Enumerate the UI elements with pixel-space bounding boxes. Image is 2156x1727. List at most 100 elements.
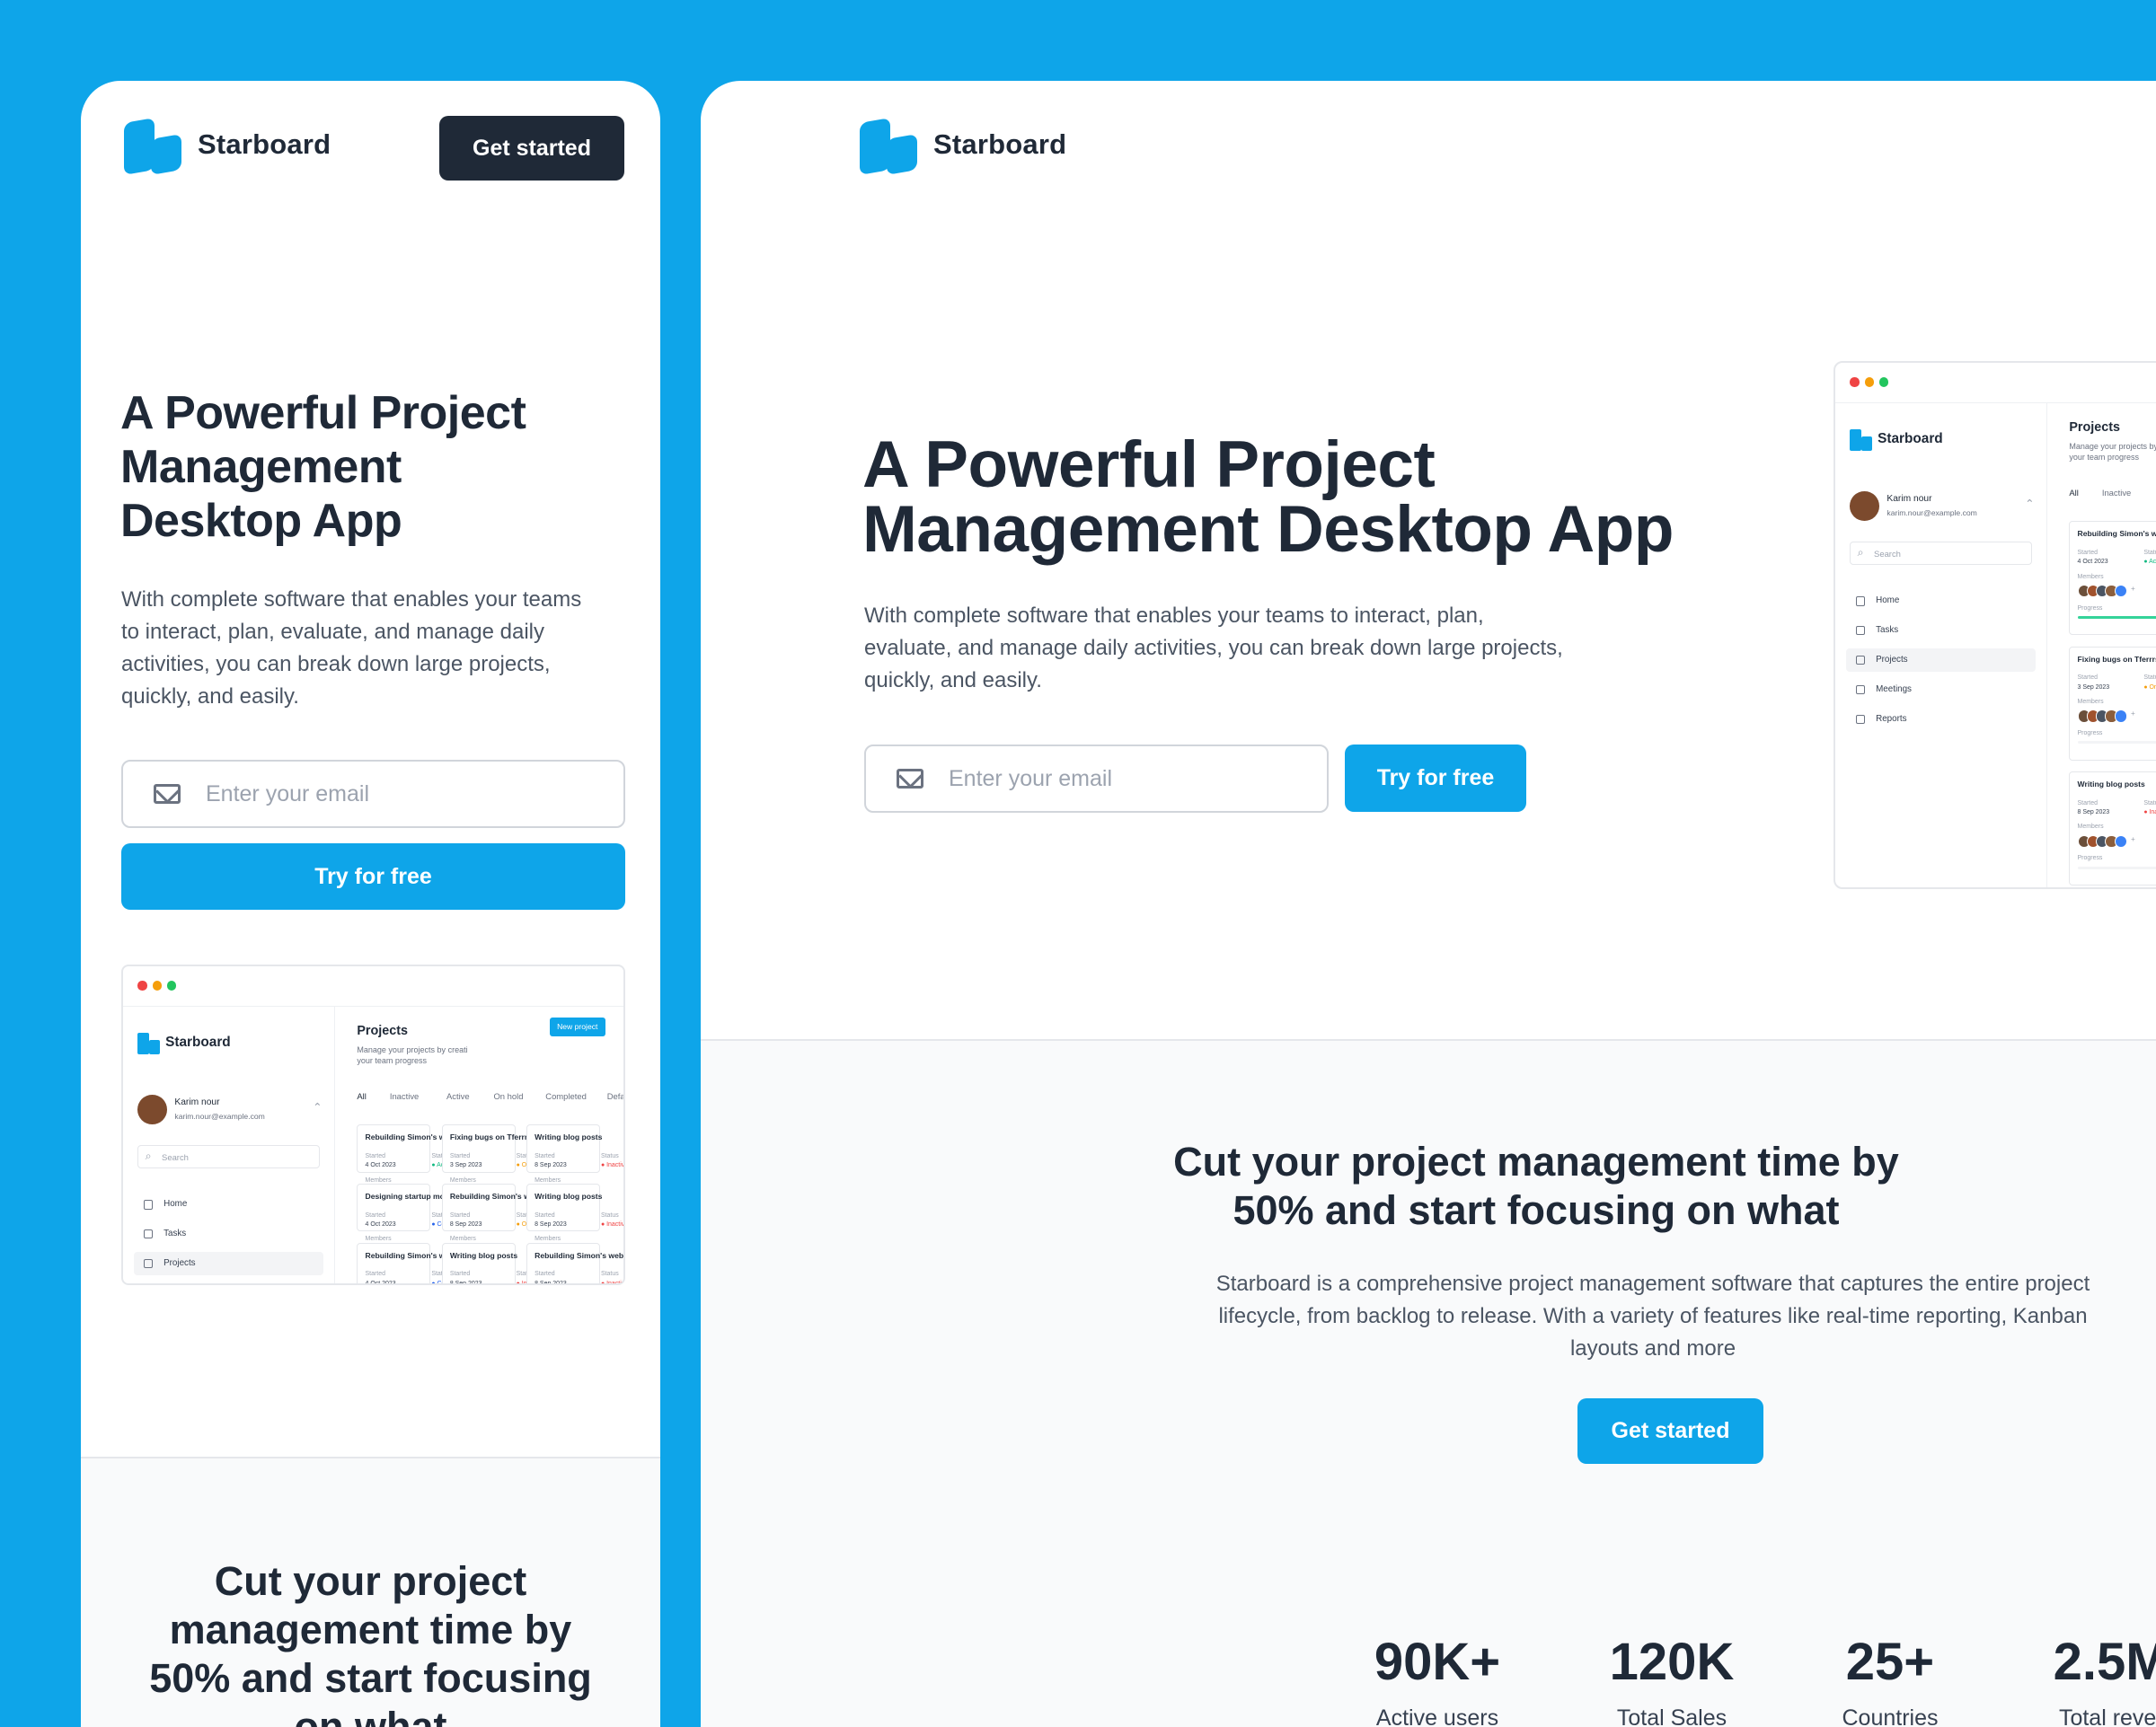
starboard-logo-icon xyxy=(137,1032,149,1055)
section-title-line: Cut your project management time by xyxy=(1173,1139,1899,1185)
project-card: Designing startup mobile app Started 4 Oct… xyxy=(357,1183,473,1282)
stat-label: Countries xyxy=(1842,1705,1939,1727)
section-title-line: Cut your project xyxy=(214,1558,527,1604)
card-progress-label: Progress xyxy=(2077,855,2103,862)
features-section: Cut your project management time by 50% … xyxy=(701,1039,2156,1727)
section-body: Starboard is a comprehensive project man… xyxy=(1177,1268,2129,1365)
email-input[interactable] xyxy=(949,765,1327,792)
page-subtitle: your team progress xyxy=(357,1056,428,1066)
card-started-label: Started xyxy=(535,1212,555,1219)
tab-inactive[interactable]: Inactive xyxy=(2102,488,2131,498)
tab-default[interactable]: Default xyxy=(607,1091,623,1101)
sidebar-item-projects: Projects xyxy=(1876,654,1908,665)
card-started-date: 8 Sep 2023 xyxy=(2077,809,2110,816)
project-card: Rebuilding Simon's web appStarted4 Oct 2… xyxy=(357,1242,470,1283)
member-avatar xyxy=(2114,584,2127,598)
card-started-date: 4 Oct 2023 xyxy=(2077,559,2108,566)
project-card: Fixing bugs on Tferrrs Started 3 Sep 2023 S… xyxy=(441,1124,544,1222)
hero-title-line: A Powerful Project xyxy=(862,428,1436,501)
window-dot-icon xyxy=(1879,377,1889,387)
card-started-label: Started xyxy=(365,1271,385,1278)
section-body-line: lifecycle, from backlog to release. With… xyxy=(1218,1304,2088,1328)
email-field[interactable] xyxy=(864,745,1329,813)
card-members-label: Members xyxy=(535,1176,561,1184)
window-dot-icon xyxy=(1850,377,1860,387)
starboard-logo-icon xyxy=(858,117,921,175)
section-title-line: on what xyxy=(294,1704,447,1727)
brand-logo[interactable]: Starboard xyxy=(122,117,331,175)
brand-name: Starboard xyxy=(198,128,331,160)
card-started-date: 4 Oct 2023 xyxy=(365,1220,396,1228)
card-title: Rebuilding Simon's web app xyxy=(2077,529,2156,539)
mail-icon xyxy=(154,784,181,804)
try-for-free-button[interactable]: Try for free xyxy=(1345,745,1526,812)
sidebar-item-home: Home xyxy=(163,1199,188,1210)
get-started-button[interactable]: Get started xyxy=(1577,1398,1763,1464)
hero-subtitle: With complete software that enables your… xyxy=(121,584,633,713)
page-subtitle: Manage your projects by creati xyxy=(357,1045,468,1055)
search-icon: ⌕ xyxy=(145,1149,152,1162)
card-title: Rebuilding Simon's web app xyxy=(535,1250,624,1260)
project-card: Rebuilding Simon's web appStarted8 Sep 2… xyxy=(441,1183,554,1282)
hero-title-line: A Powerful Project xyxy=(120,387,526,439)
card-progress-label: Progress xyxy=(2077,729,2103,736)
email-field[interactable] xyxy=(121,760,625,828)
add-member-icon: + xyxy=(2130,834,2135,843)
home-icon xyxy=(143,1200,153,1210)
new-project-button[interactable]: New project xyxy=(550,1018,605,1036)
sidebar-item-reports: Reports xyxy=(1876,713,1907,724)
progress-track xyxy=(2077,741,2156,745)
sidebar-item-projects: Projects xyxy=(163,1257,196,1268)
section-title: Cut your project management time by 50% … xyxy=(81,1557,660,1727)
hero-subtitle-line: evaluate, and manage daily activities, y… xyxy=(864,636,1563,660)
project-card: Rebuilding Simon's web appStarted8 Sep 2… xyxy=(526,1242,623,1283)
section-title: Cut your project management time by 50% … xyxy=(1006,1138,2066,1235)
tab-completed[interactable]: Completed xyxy=(545,1091,587,1101)
try-for-free-button[interactable]: Try for free xyxy=(121,843,625,910)
hero-subtitle-line: With complete software that enables your… xyxy=(121,587,582,612)
progress-track xyxy=(2077,866,2156,869)
card-status-label: Status xyxy=(600,1153,619,1160)
brand-name: Starboard xyxy=(933,128,1067,160)
tab-inactive[interactable]: Inactive xyxy=(390,1091,419,1101)
page-title: Projects xyxy=(357,1023,408,1038)
card-started-label: Started xyxy=(449,1271,471,1278)
reports-icon xyxy=(1855,714,1865,724)
features-section: Cut your project management time by 50% … xyxy=(81,1457,660,1727)
card-started-date: 8 Sep 2023 xyxy=(449,1220,482,1228)
home-icon xyxy=(1855,596,1865,606)
tab-on-hold[interactable]: On hold xyxy=(493,1091,523,1101)
window-dot-icon xyxy=(1864,377,1875,387)
window-titlebar xyxy=(123,966,623,1008)
chevron-updown-icon: ⌃ xyxy=(313,1100,323,1114)
card-title: Writing blog posts xyxy=(535,1192,603,1202)
card-started-label: Started xyxy=(535,1153,555,1160)
email-input[interactable] xyxy=(206,780,623,807)
sidebar-item-meetings: Meetings xyxy=(1876,683,1912,694)
app-name: Starboard xyxy=(165,1034,231,1050)
app-sidebar: Starboard Karim nour karim.nour@example.co… xyxy=(123,1007,335,1283)
sidebar-item-selected-bg xyxy=(134,1251,324,1276)
project-card: Fixing bugs on Tferrrs Started 3 Sep 2023 S… xyxy=(2069,646,2156,761)
starboard-logo-icon xyxy=(122,117,185,175)
card-status: ● Inactive xyxy=(600,1162,625,1169)
stat-value: 120K xyxy=(1609,1633,1735,1691)
tab-all[interactable]: All xyxy=(2069,488,2078,498)
starboard-logo-icon xyxy=(1860,436,1872,452)
user-email: karim.nour@example.com xyxy=(174,1111,265,1121)
get-started-button[interactable]: Get started xyxy=(439,116,624,181)
search-icon: ⌕ xyxy=(1857,545,1864,559)
tab-active[interactable]: Active xyxy=(446,1091,470,1101)
brand-logo[interactable]: Starboard xyxy=(858,117,1067,175)
card-started-date: 8 Sep 2023 xyxy=(535,1220,567,1228)
card-title: Writing blog posts xyxy=(449,1250,518,1260)
card-started-label: Started xyxy=(449,1153,471,1160)
projects-icon xyxy=(143,1258,153,1269)
user-name: Karim nour xyxy=(1886,493,1932,504)
card-members-label: Members xyxy=(2077,699,2104,706)
search-placeholder: Search xyxy=(162,1152,189,1163)
card-started-label: Started xyxy=(365,1212,385,1219)
tab-all[interactable]: All xyxy=(357,1091,366,1101)
card-members-label: Members xyxy=(365,1176,392,1184)
meetings-icon xyxy=(1855,684,1865,694)
